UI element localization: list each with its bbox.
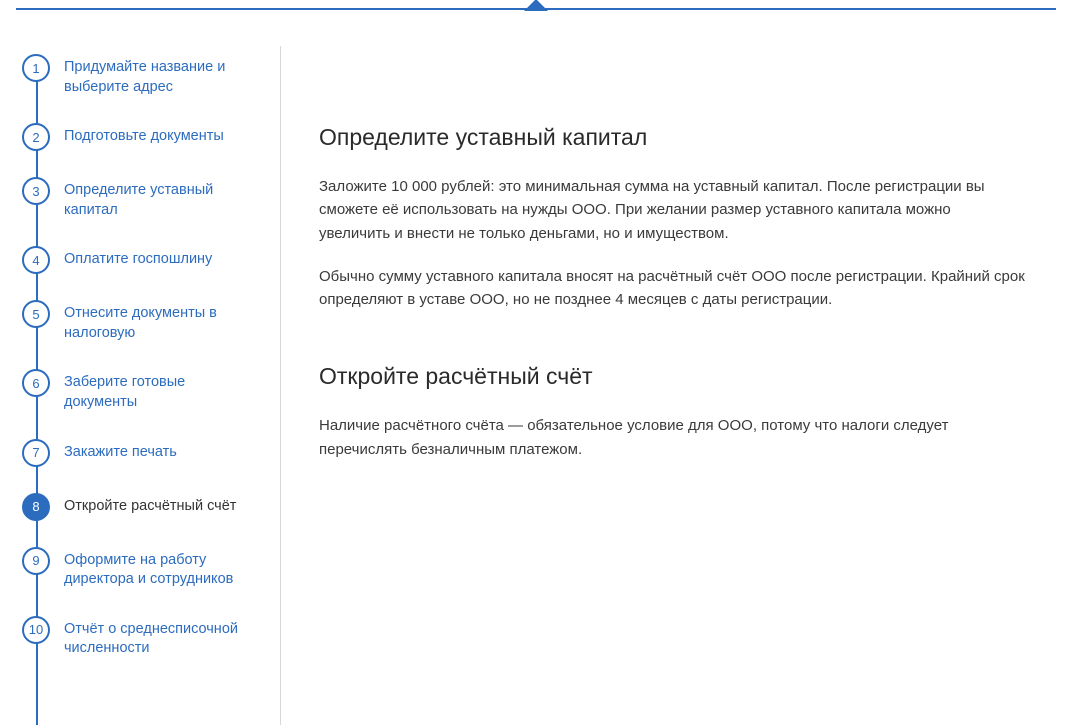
step-number: 4	[22, 246, 50, 274]
step-number: 8	[22, 493, 50, 521]
step-5[interactable]: 5 Отнесите документы в налоговую	[22, 300, 271, 343]
arrow-up-icon	[524, 0, 548, 11]
section-paragraph: Наличие расчётного счёта — обязательное …	[319, 414, 1026, 461]
step-label: Заберите готовые документы	[64, 369, 254, 412]
step-number: 1	[22, 54, 50, 82]
section-paragraph: Обычно сумму уставного капитала вносят н…	[319, 265, 1026, 312]
step-8[interactable]: 8 Откройте расчётный счёт	[22, 493, 271, 521]
step-label: Откройте расчётный счёт	[64, 493, 236, 517]
step-label: Определите уставный капитал	[64, 177, 254, 220]
step-2[interactable]: 2 Подготовьте документы	[22, 123, 271, 151]
section-capital: Определите уставный капитал Заложите 10 …	[319, 124, 1026, 311]
section-heading: Откройте расчётный счёт	[319, 363, 1026, 390]
steps-sidebar: 1 Придумайте название и выберите адрес 2…	[16, 24, 271, 685]
step-number: 9	[22, 547, 50, 575]
step-number: 10	[22, 616, 50, 644]
top-divider	[16, 8, 1056, 24]
step-label: Отнесите документы в налоговую	[64, 300, 254, 343]
step-label: Закажите печать	[64, 439, 177, 463]
step-label: Отчёт о среднесписочной численности	[64, 616, 254, 659]
step-number: 3	[22, 177, 50, 205]
step-3[interactable]: 3 Определите уставный капитал	[22, 177, 271, 220]
main-content: Определите уставный капитал Заложите 10 …	[271, 24, 1056, 685]
section-paragraph: Заложите 10 000 рублей: это минимальная …	[319, 175, 1026, 245]
step-label: Придумайте название и выберите адрес	[64, 54, 254, 97]
step-1[interactable]: 1 Придумайте название и выберите адрес	[22, 54, 271, 97]
section-heading: Определите уставный капитал	[319, 124, 1026, 151]
step-label: Оплатите госпошлину	[64, 246, 212, 270]
section-account: Откройте расчётный счёт Наличие расчётно…	[319, 363, 1026, 461]
step-number: 6	[22, 369, 50, 397]
step-number: 2	[22, 123, 50, 151]
step-9[interactable]: 9 Оформите на работу директора и сотрудн…	[22, 547, 271, 590]
step-4[interactable]: 4 Оплатите госпошлину	[22, 246, 271, 274]
step-number: 5	[22, 300, 50, 328]
step-label: Оформите на работу директора и сотрудник…	[64, 547, 254, 590]
step-label: Подготовьте документы	[64, 123, 224, 147]
step-6[interactable]: 6 Заберите готовые документы	[22, 369, 271, 412]
step-10[interactable]: 10 Отчёт о среднесписочной численности	[22, 616, 271, 659]
step-number: 7	[22, 439, 50, 467]
step-7[interactable]: 7 Закажите печать	[22, 439, 271, 467]
